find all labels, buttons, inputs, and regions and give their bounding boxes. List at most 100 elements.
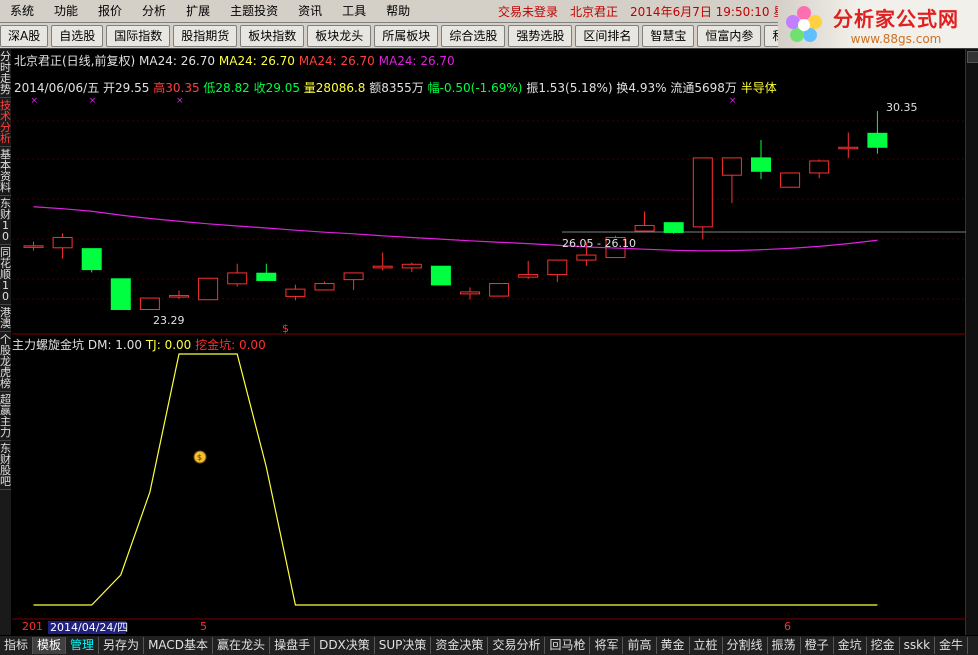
candle-down — [751, 157, 771, 172]
candle-down — [256, 272, 277, 281]
candle-up — [285, 288, 306, 297]
menu-news[interactable]: 资讯 — [288, 0, 332, 22]
tb-button[interactable]: 强势选股 — [508, 24, 573, 47]
left-tab[interactable]: 同花顺10 — [0, 245, 11, 305]
bottom-tab[interactable]: 橙子 — [801, 637, 834, 654]
bottom-tab[interactable]: 将军 — [590, 637, 624, 654]
bottom-tab[interactable]: 金坑 — [834, 637, 867, 654]
money-bag-icon: $ — [193, 450, 207, 464]
tb-button[interactable]: 综合选股 — [441, 24, 506, 47]
candle-up — [809, 160, 830, 174]
candle-up — [23, 245, 44, 248]
candle-up — [721, 157, 742, 176]
candle-up — [372, 265, 393, 269]
bottom-tab[interactable]: sskk — [900, 637, 936, 654]
top-markers: × × × × — [31, 96, 737, 106]
candle-up — [780, 172, 801, 188]
signal-marker: × — [89, 96, 97, 106]
menu-theme[interactable]: 主题投资 — [220, 0, 288, 22]
x-axis-month-5: 5 — [200, 620, 207, 633]
menu-analysis[interactable]: 分析 — [132, 0, 176, 22]
x-axis-date: 2014/04/24/四 — [50, 621, 128, 634]
menu-quote[interactable]: 报价 — [88, 0, 132, 22]
bottom-tab[interactable]: 操盘手 — [270, 637, 316, 654]
bottom-tab[interactable]: 交易分析 — [488, 637, 546, 654]
candle-down — [81, 248, 102, 271]
bottom-tab[interactable]: SUP决策 — [375, 637, 432, 654]
left-tab[interactable]: 港澳 — [0, 305, 11, 332]
bottom-tab[interactable]: 振荡 — [768, 637, 801, 654]
candle-up — [489, 283, 510, 297]
candle-up — [343, 272, 364, 281]
tb-button[interactable]: 智慧宝 — [642, 24, 695, 47]
tb-button[interactable]: 区间排名 — [575, 24, 640, 47]
candle-up — [169, 295, 189, 298]
price-chart[interactable]: × × × × 30.35 23.29 26.05 - 26.10 $ $ 201 2… — [12, 49, 966, 635]
site-logo: 分析家公式网 www.88gs.com — [778, 0, 978, 48]
indicator-line — [33, 353, 878, 606]
candle-up — [547, 259, 568, 276]
menu-system[interactable]: 系统 — [0, 0, 44, 22]
bottom-tab[interactable]: 黄金 — [657, 637, 690, 654]
bottom-tab[interactable]: MACD基本 — [144, 637, 214, 654]
candle-down — [867, 132, 888, 148]
signal-marker: × — [729, 96, 737, 106]
chart-area[interactable]: 北京君正(日线,前复权) MA24: 26.70 MA24: 26.70 MA2… — [12, 49, 966, 635]
bottom-tab[interactable]: 金牛 — [935, 637, 969, 654]
scroll-up-button[interactable] — [967, 51, 978, 63]
candle-up — [52, 236, 73, 249]
bottom-tab[interactable]: 分割线 — [723, 637, 768, 654]
flower-logo-icon — [786, 6, 822, 42]
candle-up — [314, 283, 335, 291]
bottom-tab[interactable]: DDX决策 — [315, 637, 375, 654]
tb-button[interactable]: 自选股 — [51, 24, 104, 47]
tb-button[interactable]: 板块龙头 — [307, 24, 372, 47]
menu-extend[interactable]: 扩展 — [176, 0, 220, 22]
tb-button[interactable]: 国际指数 — [106, 24, 171, 47]
logo-url: www.88gs.com — [850, 31, 942, 46]
left-tab[interactable]: 分时走势 — [0, 49, 11, 98]
bottom-tab[interactable]: 挖金 — [867, 637, 900, 654]
bottom-tab[interactable]: 前高 — [623, 637, 657, 654]
left-tab[interactable]: 东财10 — [0, 196, 11, 245]
login-status[interactable]: 交易未登录 — [498, 3, 558, 20]
dollar-marker-icon: $ — [282, 322, 289, 335]
bottom-tab-active[interactable]: 模板 — [33, 637, 67, 654]
right-scrollbar[interactable] — [965, 49, 978, 635]
left-tab[interactable]: 基本资料 — [0, 147, 11, 196]
left-tab-active[interactable]: 技术分析 — [0, 98, 11, 147]
tb-button[interactable]: 恒富内参 — [697, 24, 762, 47]
bottom-tab[interactable]: 管理 — [66, 637, 100, 654]
candle-up — [401, 263, 422, 269]
tb-button[interactable]: 深A股 — [0, 24, 49, 47]
candle-up — [198, 277, 219, 301]
menu-status: 交易未登录 北京君正 2014年6月7日 19:50:10 星 — [498, 0, 785, 22]
tb-button[interactable]: 股指期货 — [173, 24, 238, 47]
candle-up — [518, 274, 539, 278]
menu-tools[interactable]: 工具 — [332, 0, 376, 22]
left-tab[interactable]: 个股龙虎榜 — [0, 332, 11, 392]
low-price-label: 23.29 — [153, 314, 185, 327]
bottom-tab[interactable]: 指标 — [0, 637, 34, 654]
current-stock: 北京君正 — [570, 4, 619, 19]
high-price-label: 30.35 — [886, 101, 918, 114]
candle-up — [634, 224, 655, 232]
bottom-tab[interactable]: 回马枪 — [545, 637, 591, 654]
left-tab-bar: 分时走势 技术分析 基本资料 东财10 同花顺10 港澳 个股龙虎榜 超赢主力 … — [0, 49, 11, 635]
x-axis-start: 201 — [22, 620, 43, 633]
candle-up — [576, 254, 597, 261]
tb-button[interactable]: 所属板块 — [374, 24, 439, 47]
candle-up — [838, 146, 859, 150]
candles — [23, 110, 888, 311]
bottom-tab[interactable]: 资金决策 — [431, 637, 489, 654]
bottom-tab[interactable]: 另存为 — [99, 637, 145, 654]
bottom-tab[interactable]: 立桩 — [690, 637, 723, 654]
menu-function[interactable]: 功能 — [44, 0, 88, 22]
left-tab[interactable]: 超赢主力 — [0, 392, 11, 441]
left-tab[interactable]: 东财股吧 — [0, 441, 11, 490]
bottom-tab[interactable]: 赢在龙头 — [213, 637, 271, 654]
tb-button[interactable]: 板块指数 — [240, 24, 305, 47]
menu-help[interactable]: 帮助 — [376, 0, 420, 22]
x-axis-month-6: 6 — [784, 620, 791, 633]
candle-up — [460, 291, 480, 295]
